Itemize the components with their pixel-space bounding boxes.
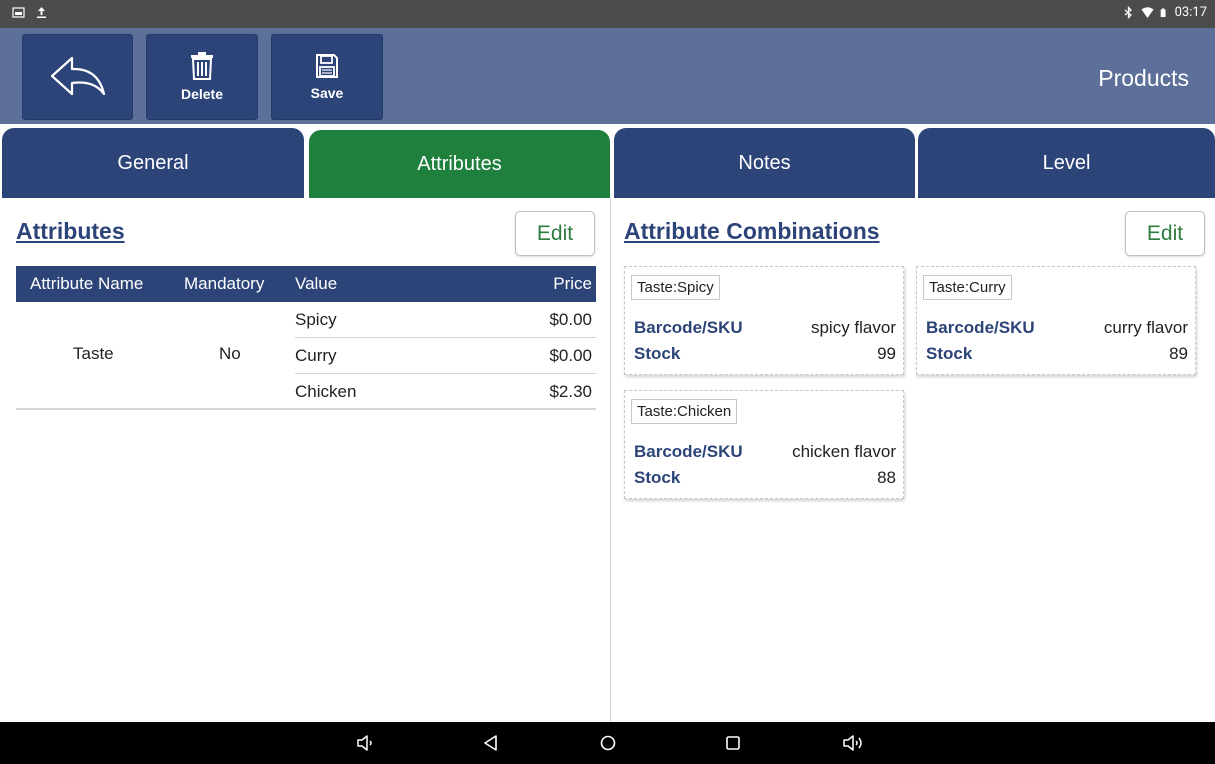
- volume-up-icon[interactable]: [842, 733, 868, 753]
- battery-icon: [1160, 8, 1166, 17]
- value-cell: Spicy: [295, 310, 337, 329]
- upload-notification-icon: [37, 7, 46, 18]
- barcode-label: Barcode/SKU: [634, 318, 743, 337]
- attributes-table: Attribute Name Mandatory Value Price Tas…: [16, 266, 596, 410]
- system-nav-bar: [0, 722, 1215, 764]
- barcode-value: curry flavor: [1103, 318, 1188, 337]
- stock-label: Stock: [634, 468, 681, 487]
- stock-label: Stock: [634, 344, 681, 363]
- table-header: Attribute Name Mandatory Value Price: [16, 266, 596, 302]
- column-header-price: Price: [553, 274, 592, 293]
- combinations-edit-button[interactable]: Edit: [1125, 211, 1205, 256]
- price-cell: $0.00: [549, 346, 592, 365]
- delete-button[interactable]: Delete: [146, 34, 258, 120]
- status-time: 03:17: [1174, 5, 1207, 20]
- tab-general[interactable]: General: [2, 128, 304, 198]
- page-title: Products: [1098, 65, 1189, 91]
- barcode-label: Barcode/SKU: [634, 442, 743, 461]
- app-screen: 03:17 Delete Save Products General Attri…: [0, 0, 1215, 764]
- combination-card[interactable]: Taste:Spicy Barcode/SKU spicy flavor Sto…: [624, 266, 904, 375]
- value-cell: Curry: [295, 346, 337, 365]
- combination-card[interactable]: Taste:Chicken Barcode/SKU chicken flavor…: [624, 390, 904, 499]
- column-header-attribute-name: Attribute Name: [30, 274, 144, 293]
- trash-icon: [191, 52, 213, 80]
- back-nav-icon[interactable]: [481, 733, 501, 753]
- panel-divider: [610, 198, 611, 723]
- tab-level[interactable]: Level: [918, 128, 1215, 198]
- barcode-label: Barcode/SKU: [926, 318, 1035, 337]
- volume-down-icon[interactable]: [356, 733, 376, 753]
- stock-value: 89: [1169, 344, 1188, 363]
- delete-label: Delete: [180, 86, 224, 102]
- value-row: Chicken $2.30: [295, 374, 596, 410]
- attributes-edit-button[interactable]: Edit: [515, 211, 595, 256]
- recents-nav-icon[interactable]: [723, 733, 743, 753]
- stock-value: 88: [877, 468, 896, 487]
- attributes-title: Attributes: [16, 218, 125, 244]
- tab-attributes[interactable]: Attributes: [309, 130, 610, 198]
- column-header-mandatory: Mandatory: [184, 274, 265, 293]
- price-cell: $2.30: [549, 382, 592, 401]
- barcode-value: spicy flavor: [810, 318, 896, 337]
- tab-bar: General Attributes Notes Level: [0, 128, 1215, 198]
- value-row: Spicy $0.00: [295, 302, 596, 338]
- app-bar: Delete Save Products: [0, 28, 1215, 124]
- stock-label: Stock: [926, 344, 973, 363]
- tab-notes[interactable]: Notes: [614, 128, 915, 198]
- combination-card[interactable]: Taste:Curry Barcode/SKU curry flavor Sto…: [916, 266, 1196, 375]
- attribute-name-cell: Taste: [73, 344, 114, 363]
- bluetooth-icon: [1124, 6, 1132, 19]
- stock-value: 99: [877, 344, 896, 363]
- combination-tag: Taste:Curry: [923, 275, 1012, 300]
- status-bar: 03:17: [0, 0, 1215, 28]
- barcode-value: chicken flavor: [792, 442, 896, 461]
- value-cell: Chicken: [295, 382, 357, 401]
- floppy-disk-icon: [316, 54, 338, 78]
- price-cell: $0.00: [549, 310, 592, 329]
- column-header-value: Value: [295, 274, 338, 293]
- combination-tag: Taste:Spicy: [631, 275, 720, 300]
- back-button[interactable]: [22, 34, 133, 120]
- combination-tag: Taste:Chicken: [631, 399, 738, 424]
- mandatory-cell: No: [219, 344, 241, 363]
- back-arrow-icon: [50, 56, 105, 96]
- save-label: Save: [310, 85, 344, 101]
- combinations-title: Attribute Combinations: [624, 218, 880, 244]
- wifi-icon: [1141, 7, 1154, 18]
- home-nav-icon[interactable]: [598, 733, 618, 753]
- value-row: Curry $0.00: [295, 338, 596, 374]
- table-row[interactable]: Taste No Spicy $0.00 Curry $0.00 Chicken…: [16, 302, 596, 410]
- gallery-notification-icon: [12, 7, 25, 18]
- save-button[interactable]: Save: [271, 34, 383, 120]
